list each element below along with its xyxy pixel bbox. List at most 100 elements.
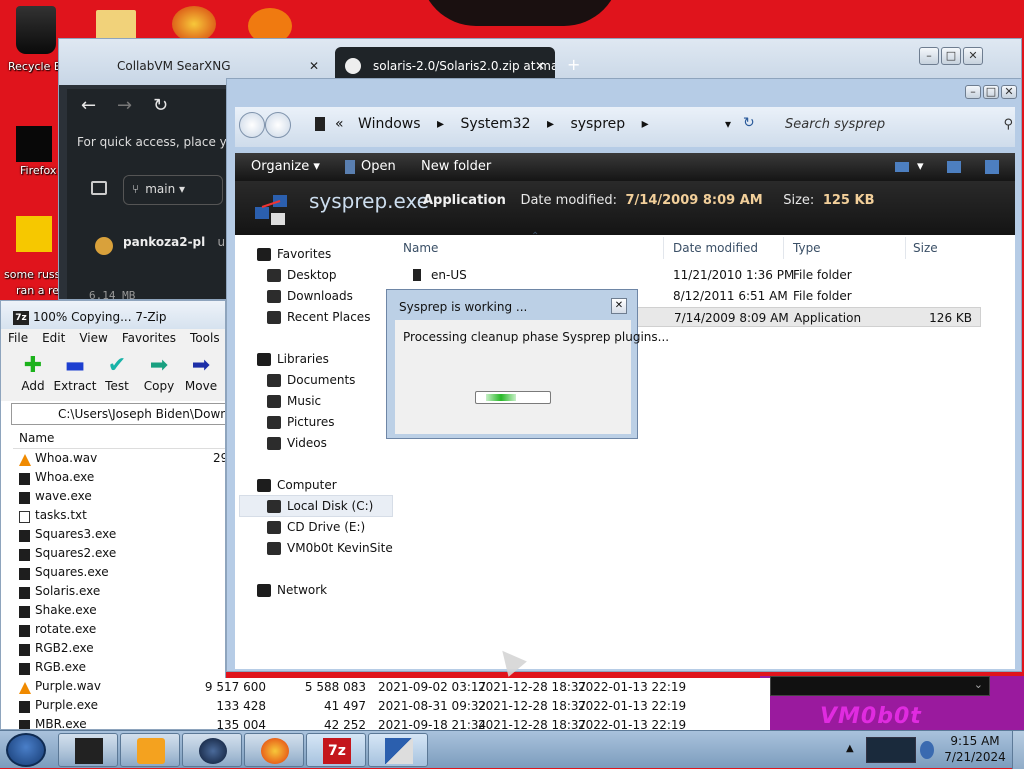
side-panel-icon[interactable] xyxy=(91,181,107,195)
start-button[interactable] xyxy=(6,733,46,767)
breadcrumb-system32[interactable]: System32 xyxy=(460,116,530,132)
list-item[interactable]: RGB2.exe xyxy=(13,641,225,660)
taskbar-7zip[interactable]: 7z xyxy=(306,733,366,767)
desktop-label-doc2: ran a re xyxy=(16,284,60,297)
new-folder-button[interactable]: New folder xyxy=(421,159,491,174)
breadcrumb-sysprep[interactable]: sysprep xyxy=(570,116,625,132)
list-item[interactable]: Whoa.wav 29 xyxy=(13,451,225,470)
nav-item-network[interactable]: Network xyxy=(255,583,327,597)
clock[interactable]: 9:15 AM 7/21/2024 xyxy=(940,733,1010,765)
maximize-button[interactable]: □ xyxy=(983,85,999,99)
search-input[interactable]: Search sysprep ⚲ xyxy=(775,113,1013,137)
list-item[interactable]: Purple.wav xyxy=(13,679,225,698)
volume-icon[interactable] xyxy=(920,741,934,759)
menu-file[interactable]: File xyxy=(1,329,35,347)
terminal-icon xyxy=(75,738,103,764)
close-icon[interactable]: ✕ xyxy=(611,298,627,314)
organize-button[interactable]: Organize ▾ xyxy=(251,159,320,174)
help-icon[interactable] xyxy=(985,160,999,174)
back-button[interactable] xyxy=(239,112,265,138)
refresh-icon[interactable]: ↻ xyxy=(743,115,755,131)
nav-item-local-disk-c[interactable]: Local Disk (C:) xyxy=(265,499,373,513)
list-item[interactable]: Purple.exe xyxy=(13,698,225,717)
nav-item-pictures[interactable]: Pictures xyxy=(265,415,335,429)
chevron-down-icon: ⌄ xyxy=(973,678,983,691)
preview-pane-icon[interactable] xyxy=(947,161,961,173)
history-dropdown-icon[interactable]: ▾ xyxy=(725,117,731,131)
firefox-desktop-icon[interactable] xyxy=(16,126,52,162)
nav-item-documents[interactable]: Documents xyxy=(265,373,355,387)
search-icon[interactable]: ⚲ xyxy=(1003,117,1013,132)
document-desktop-icon[interactable] xyxy=(16,216,52,252)
add-button[interactable]: ✚ Add xyxy=(11,353,55,393)
breadcrumb-separator-icon[interactable]: ▸ xyxy=(642,116,649,132)
exe-file-icon xyxy=(19,663,30,675)
author-name[interactable]: pankoza2-pl xyxy=(123,235,205,249)
forward-button[interactable] xyxy=(265,112,291,138)
test-label: Test xyxy=(105,379,129,393)
table-row[interactable]: 133 428 41 497 2021-08-31 09:32 2021-12-28 … xyxy=(216,699,770,718)
menu-view[interactable]: View xyxy=(72,329,114,347)
views-dropdown-icon[interactable]: ▾ xyxy=(917,159,924,174)
taskbar-firefox[interactable] xyxy=(244,733,304,767)
nav-item-computer[interactable]: Computer xyxy=(255,478,337,492)
copy-button[interactable]: ➡ Copy xyxy=(137,353,181,393)
list-item[interactable]: RGB.exe xyxy=(13,660,225,679)
show-desktop-button[interactable] xyxy=(1012,731,1024,769)
list-item[interactable]: Squares.exe xyxy=(13,565,225,584)
show-hidden-icons[interactable]: ▲ xyxy=(846,743,854,754)
list-item[interactable]: Shake.exe xyxy=(13,603,225,622)
breadcrumb-windows[interactable]: Windows xyxy=(358,116,421,132)
close-button[interactable]: ✕ xyxy=(963,47,983,65)
table-row[interactable]: 9 517 600 5 588 083 2021-09-02 03:17 2021-1… xyxy=(205,680,770,699)
maximize-button[interactable]: □ xyxy=(941,47,961,65)
file-type: Application xyxy=(423,193,506,208)
new-tab-button[interactable]: + xyxy=(567,55,580,74)
nav-item-vm0b0t-kevinsite[interactable]: VM0b0t KevinSite xyxy=(265,541,393,555)
nav-item-cd-drive-e[interactable]: CD Drive (E:) xyxy=(265,520,365,534)
menu-tools[interactable]: Tools xyxy=(183,329,225,347)
nav-item-music[interactable]: Music xyxy=(265,394,321,408)
recycle-bin-icon[interactable] xyxy=(16,6,56,54)
column-header-name[interactable]: Name xyxy=(13,429,225,449)
menu-favorites[interactable]: Favorites xyxy=(115,329,183,347)
list-item[interactable]: Squares3.exe xyxy=(13,527,225,546)
breadcrumb-separator-icon[interactable]: ▸ xyxy=(437,116,444,132)
firefox-desktop-icon-2[interactable] xyxy=(172,6,216,42)
taskbar-globe[interactable] xyxy=(182,733,242,767)
list-item[interactable]: Squares2.exe xyxy=(13,546,225,565)
branch-selector[interactable]: ⑂ main ▾ xyxy=(123,175,223,205)
reload-icon[interactable]: ↻ xyxy=(153,95,168,116)
table-row[interactable]: en-US 11/21/2010 1:36 PM File folder xyxy=(405,265,981,285)
list-item[interactable]: Whoa.exe xyxy=(13,470,225,489)
move-arrow-icon: ➡ xyxy=(191,353,211,378)
views-icon[interactable] xyxy=(895,162,909,172)
forward-icon[interactable]: → xyxy=(117,95,132,116)
menu-edit[interactable]: Edit xyxy=(35,329,72,347)
taskbar-sysprep[interactable] xyxy=(368,733,428,767)
minimize-button[interactable]: – xyxy=(919,47,939,65)
list-item[interactable]: MBR.exe xyxy=(13,717,225,729)
avatar[interactable] xyxy=(95,237,113,255)
back-icon[interactable]: ← xyxy=(81,95,96,116)
close-icon[interactable]: ✕ xyxy=(535,59,545,73)
move-button[interactable]: ➡ Move xyxy=(179,353,223,393)
list-item[interactable]: Solaris.exe xyxy=(13,584,225,603)
taskbar-terminal[interactable] xyxy=(58,733,118,767)
open-button[interactable]: Open xyxy=(361,159,396,174)
path-input[interactable]: C:\Users\Joseph Biden\Down xyxy=(11,403,225,425)
list-item[interactable]: rotate.exe xyxy=(13,622,225,641)
close-button[interactable]: ✕ xyxy=(1001,85,1017,99)
list-item[interactable]: tasks.txt xyxy=(13,508,225,527)
modified-date: 2021-08-31 09:32 xyxy=(378,699,487,713)
taskbar-media[interactable] xyxy=(120,733,180,767)
list-item[interactable]: wave.exe xyxy=(13,489,225,508)
nav-item-videos[interactable]: Videos xyxy=(265,436,327,450)
test-button[interactable]: ✔ Test xyxy=(95,353,139,393)
minimize-button[interactable]: – xyxy=(965,85,981,99)
tray-network-icon[interactable] xyxy=(866,737,916,763)
breadcrumb-separator-icon[interactable]: ▸ xyxy=(547,116,554,132)
extract-button[interactable]: ▬ Extract xyxy=(53,353,97,393)
close-icon[interactable]: ✕ xyxy=(309,59,319,73)
breadcrumb-prefix[interactable]: « xyxy=(335,116,344,132)
